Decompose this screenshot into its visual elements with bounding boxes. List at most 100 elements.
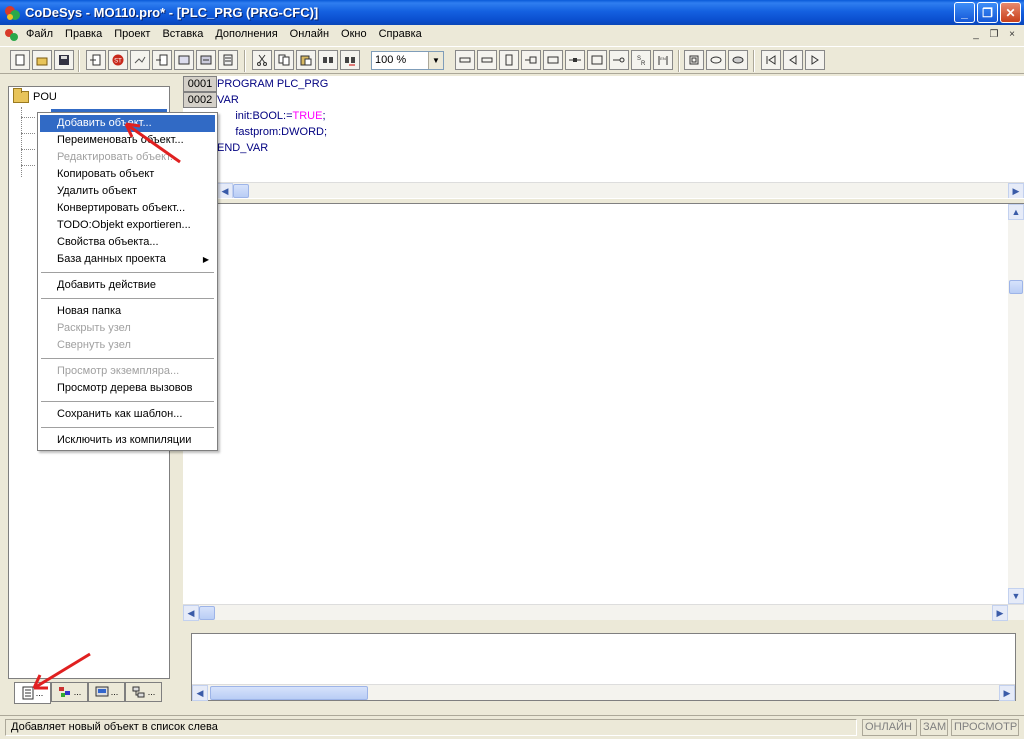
menu-extras[interactable]: Дополнения (209, 25, 283, 44)
context-menu-item[interactable]: Добавить объект... (40, 115, 215, 132)
tree-root-pou[interactable]: POU (13, 88, 57, 103)
document-icon[interactable] (4, 28, 20, 42)
menu-separator (41, 272, 214, 273)
tab-pous[interactable]: ... (14, 682, 51, 704)
menu-help[interactable]: Справка (373, 25, 428, 44)
stop-icon[interactable]: ST (108, 50, 128, 70)
context-menu-item[interactable]: Просмотр дерева вызовов (40, 380, 215, 397)
scrollbar-thumb[interactable] (210, 686, 368, 700)
tab-resources-label: ... (147, 687, 156, 697)
cfc-comment-icon[interactable] (587, 50, 607, 70)
scrollbar-thumb[interactable] (199, 606, 215, 620)
cfc-box-icon[interactable] (499, 50, 519, 70)
context-menu-item[interactable]: Новая папка (40, 303, 215, 320)
find-icon[interactable] (318, 50, 338, 70)
menu-insert[interactable]: Вставка (156, 25, 209, 44)
tree-root-label: POU (33, 91, 57, 103)
tab-visualizations-label: ... (110, 687, 119, 697)
cfc-return-icon[interactable] (565, 50, 585, 70)
cfc-label-icon[interactable] (543, 50, 563, 70)
menu-separator (41, 358, 214, 359)
declaration-code[interactable]: PROGRAM PLC_PRG VAR init:BOOL:=TRUE; fas… (217, 76, 328, 156)
tab-data-types-label: ... (73, 687, 82, 697)
context-menu-item[interactable]: Переименовать объект... (40, 132, 215, 149)
cfc-negate-icon[interactable] (609, 50, 629, 70)
context-menu-item[interactable]: Копировать объект (40, 166, 215, 183)
editor-vertical-scrollbar[interactable]: ▲ ▼ (1008, 204, 1024, 604)
context-menu-item[interactable]: TODO:Objekt exportieren... (40, 217, 215, 234)
context-menu-item[interactable]: Свойства объекта... (40, 234, 215, 251)
declaration-horizontal-scrollbar[interactable]: ◀ ▶ (183, 182, 1024, 199)
cfc-editor[interactable]: ▲ ▼ ◀ ▶ (183, 204, 1024, 621)
cfc-output-icon[interactable] (477, 50, 497, 70)
context-menu-item[interactable]: База данных проекта ▶ (40, 251, 215, 268)
tab-resources[interactable]: ... (125, 682, 162, 702)
context-menu-item[interactable]: Удалить объект (40, 183, 215, 200)
scroll-left-icon[interactable]: ◀ (192, 685, 208, 701)
line-numbers: 0001 0002 (183, 76, 217, 108)
menu-file[interactable]: Файл (20, 25, 59, 44)
cfc-enable-icon[interactable]: EN (653, 50, 673, 70)
status-overwrite: ЗАМ (920, 719, 948, 736)
title-bar: CoDeSys - MO110.pro* - [PLC_PRG (PRG-CFC… (0, 0, 1024, 25)
first-page-icon[interactable] (761, 50, 781, 70)
find-next-icon[interactable] (340, 50, 360, 70)
cfc-connection-mark-out-icon[interactable] (728, 50, 748, 70)
chevron-down-icon[interactable]: ▼ (428, 52, 443, 69)
copy-icon[interactable] (274, 50, 294, 70)
menu-window[interactable]: Окно (335, 25, 373, 44)
cycle-icon[interactable] (196, 50, 216, 70)
menu-online[interactable]: Онлайн (284, 25, 335, 44)
cut-icon[interactable] (252, 50, 272, 70)
zoom-select[interactable]: 100 % ▼ (371, 51, 444, 70)
previous-icon[interactable] (783, 50, 803, 70)
cfc-connection-mark-icon[interactable] (706, 50, 726, 70)
scroll-right-icon[interactable]: ▶ (1008, 183, 1024, 199)
resources-icon (132, 686, 145, 698)
menu-project[interactable]: Проект (108, 25, 156, 44)
menu-edit[interactable]: Правка (59, 25, 108, 44)
context-menu-item[interactable]: Исключить из компиляции (40, 432, 215, 449)
scroll-down-icon[interactable]: ▼ (1008, 588, 1024, 604)
scroll-left-icon[interactable]: ◀ (217, 183, 233, 199)
paste-icon[interactable] (296, 50, 316, 70)
maximize-button[interactable]: ❐ (977, 2, 998, 23)
context-menu-item[interactable]: Конвертировать объект... (40, 200, 215, 217)
context-menu-item: Редактировать объект... (40, 149, 215, 166)
context-menu-item[interactable]: Сохранить как шаблон... (40, 406, 215, 423)
mdi-close-button[interactable]: × (1004, 27, 1020, 41)
message-horizontal-scrollbar[interactable]: ◀ ▶ (192, 684, 1015, 701)
scroll-left-icon[interactable]: ◀ (183, 605, 199, 621)
context-menu-item[interactable]: Добавить действие (40, 277, 215, 294)
minimize-button[interactable]: _ (954, 2, 975, 23)
cfc-input-icon[interactable] (455, 50, 475, 70)
message-window[interactable]: ◀ ▶ (191, 633, 1016, 701)
declaration-editor[interactable]: 0001 0002 PROGRAM PLC_PRG VAR init:BOOL:… (183, 76, 1024, 199)
scroll-up-icon[interactable]: ▲ (1008, 204, 1024, 220)
step-into-icon[interactable] (152, 50, 172, 70)
step-icon[interactable] (130, 50, 150, 70)
status-message: Добавляет новый объект в список слева (5, 719, 857, 736)
editor-horizontal-scrollbar[interactable]: ◀ ▶ (183, 604, 1024, 621)
scrollbar-thumb[interactable] (233, 184, 249, 198)
cfc-set-reset-icon[interactable]: SR (631, 50, 651, 70)
scroll-right-icon[interactable]: ▶ (999, 685, 1015, 701)
write-values-icon[interactable] (218, 50, 238, 70)
save-icon[interactable] (54, 50, 74, 70)
next-icon[interactable] (805, 50, 825, 70)
cfc-jump-icon[interactable] (521, 50, 541, 70)
tab-visualizations[interactable]: ... (88, 682, 125, 702)
scroll-right-icon[interactable]: ▶ (992, 605, 1008, 621)
open-folder-icon[interactable] (32, 50, 52, 70)
mdi-restore-button[interactable]: ❐ (986, 27, 1002, 41)
codesys-app-icon[interactable] (4, 5, 20, 21)
cfc-macro-icon[interactable] (684, 50, 704, 70)
close-button[interactable]: ✕ (1000, 2, 1021, 23)
login-icon[interactable] (86, 50, 106, 70)
scrollbar-thumb[interactable] (1009, 280, 1023, 294)
new-file-icon[interactable] (10, 50, 30, 70)
breakpoint-icon[interactable] (174, 50, 194, 70)
context-menu-item-label: Новая папка (57, 305, 122, 317)
tab-data-types[interactable]: ... (51, 682, 88, 702)
mdi-minimize-button[interactable]: _ (968, 27, 984, 41)
